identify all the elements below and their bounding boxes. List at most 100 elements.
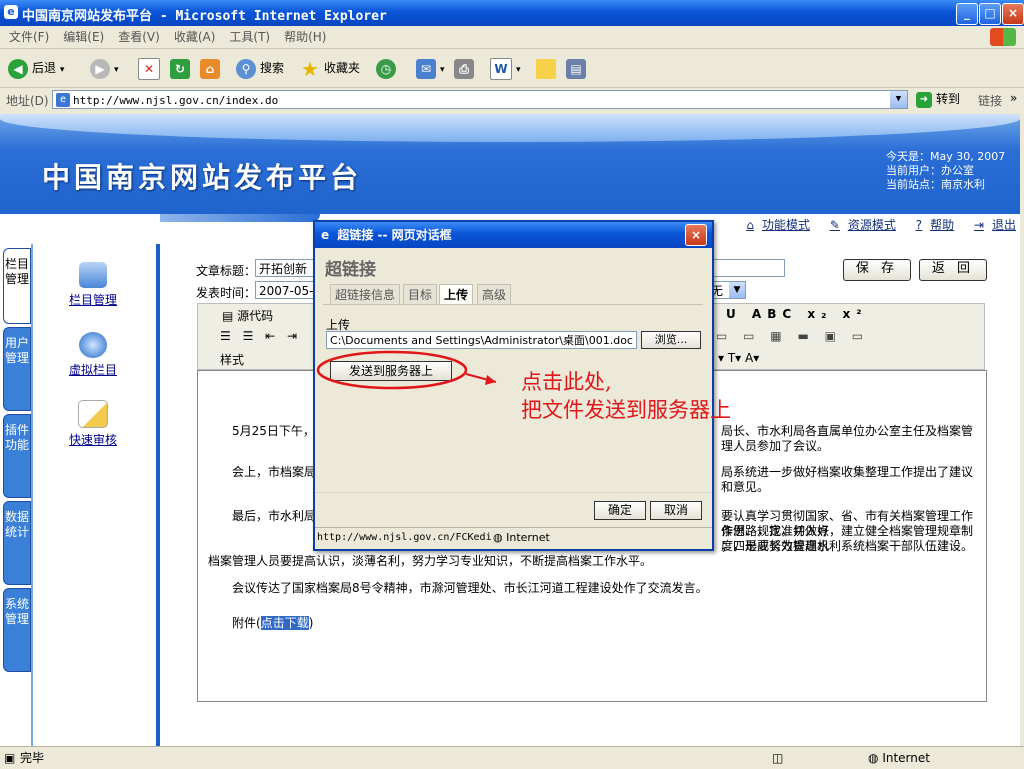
nav-links: ⌂ 功能模式 ✎ 资源模式 ? 帮助 ⇥ 退出 [730,216,1016,233]
side-tab-statistics[interactable]: 数据统计 [3,501,31,585]
ok-button[interactable]: 确定 [594,501,646,520]
annotation-text: 点击此处, 把文件发送到服务器上 [521,370,731,422]
help-icon: ? [915,218,923,232]
nav-function-mode[interactable]: ⌂ 功能模式 [738,218,810,232]
back-button-page[interactable]: 返 回 [919,259,987,281]
favorites-button[interactable]: ★ 收藏夹 [300,56,360,80]
nav-help[interactable]: ? 帮助 [908,218,954,232]
side-tab-system-manage[interactable]: 系统管理 [3,588,31,672]
menu-view[interactable]: 查看(V) [118,26,160,48]
tab-upload[interactable]: 上传 [439,284,474,305]
file-path-input[interactable]: C:\Documents and Settings\Administrator\… [326,331,637,349]
folder-icon [79,262,107,288]
dialog-heading: 超链接 [325,260,376,280]
side-item-quick-review[interactable]: 快速审核 [53,400,133,448]
window-title-bar: e 中国南京网站发布平台 - Microsoft Internet Explor… [0,0,1024,26]
address-label: 地址(D) [6,94,49,108]
browse-button[interactable]: 浏览... [641,331,701,349]
forward-arrow-icon: ▶ [90,58,110,79]
ie-toolbar: ◀ 后退 ▾ ▶ ▾ ✕ ↻ ⌂ ⚲ 搜索 ★ 收藏夹 ◷ ✉ ▾ ⎙ W ▾ ▤ [0,49,1024,88]
color-buttons[interactable]: ▾ T▾ A▾ [718,351,759,365]
research-icon: ▤ [566,58,586,79]
refresh-icon: ↻ [170,58,190,79]
stop-button[interactable]: ✕ [138,56,164,80]
publish-time-label: 发表时间： [196,286,257,300]
address-dropdown-icon[interactable]: ▼ [890,91,907,108]
tab-advanced[interactable]: 高级 [477,284,512,305]
back-button[interactable]: ◀ 后退 ▾ [8,56,64,80]
menu-favorites[interactable]: 收藏(A) [174,26,216,48]
tab-target[interactable]: 目标 [403,284,438,305]
note-icon [536,58,556,79]
edit-button[interactable]: W ▾ [490,56,521,80]
annotation-ellipse [316,350,497,390]
today-date: 今天是：May 30, 2007 [886,150,1006,163]
menu-help[interactable]: 帮助(H) [284,26,326,48]
menu-bar: 文件(F) 编辑(E) 查看(V) 收藏(A) 工具(T) 帮助(H) [0,26,1024,49]
side-tab-plugins[interactable]: 插件功能 [3,414,31,498]
links-label[interactable]: 链接 [978,92,1002,109]
research-button[interactable]: ▤ [566,56,590,80]
address-bar: 地址(D) e http://www.njsl.gov.cn/index.do … [0,88,1024,113]
menu-tools[interactable]: 工具(T) [229,26,270,48]
tab-link-info[interactable]: 超链接信息 [330,284,401,305]
chevron-right-icon[interactable]: » [1010,91,1017,105]
stop-icon: ✕ [138,57,160,80]
history-icon: ◷ [376,58,396,79]
menu-file[interactable]: 文件(F) [9,26,49,48]
mail-button[interactable]: ✉ ▾ [416,56,445,80]
attachment-line: 附件(点击下载) [232,616,314,630]
search-button[interactable]: ⚲ 搜索 [236,56,284,80]
site-info: 今天是：May 30, 2007 当前用户：办公室 当前站点：南京水利 [886,150,1005,192]
ie-app-icon: e [4,5,18,19]
globe-icon [79,332,107,358]
cancel-button[interactable]: 取消 [650,501,702,520]
word-icon: W [490,57,512,80]
source-code-button[interactable]: ▤ 源代码 [222,307,273,324]
nav-resource-mode[interactable]: ✎ 资源模式 [822,218,896,232]
maximize-button[interactable]: □ [979,3,1001,25]
nav-logout[interactable]: ⇥ 退出 [966,218,1016,232]
close-button[interactable]: × [1002,3,1024,25]
form-widget-buttons[interactable]: ▭ ▭ ▦ ▬ ▣ ▭ [716,329,869,343]
refresh-button[interactable]: ↻ [170,56,194,80]
page-done-icon: ▣ [4,751,16,765]
paragraph-4: 会议传达了国家档案局8号令精神，市滁河管理处、市长江河道工程建设处作了交流发言。 [232,581,708,595]
article-title-label: 文章标题： [196,264,257,278]
search-icon: ⚲ [236,58,256,79]
list-buttons[interactable]: ☰ ☰ ⇤ ⇥ [220,329,301,343]
dialog-title: 超链接 -- 网页对话框 [337,228,452,242]
publish-time-input[interactable]: 2007-05- [255,281,315,299]
site-title: 中国南京网站发布平台 [42,161,363,194]
globe-icon: ◍ [868,751,879,765]
side-item-column-manage[interactable]: 栏目管理 [53,262,133,308]
pencil-note-icon [78,400,108,428]
side-tab-user-manage[interactable]: 用户管理 [3,327,31,411]
source-icon: ▤ [222,309,234,323]
forward-button[interactable]: ▶ ▾ [90,56,119,80]
discuss-button[interactable] [536,56,560,80]
download-link[interactable]: 点击下载 [260,616,309,630]
format-buttons[interactable]: U ABC x₂ x² [726,307,868,321]
page-icon: e [56,93,70,107]
side-tab-column-manage[interactable]: 栏目管理 [3,248,31,324]
back-arrow-icon: ◀ [8,58,28,79]
home-button[interactable]: ⌂ [200,56,224,80]
minimize-button[interactable]: _ [956,3,978,25]
internet-zone: ◍ Internet [493,531,550,544]
address-input[interactable]: e http://www.njsl.gov.cn/index.do ▼ [52,90,908,109]
side-item-virtual-column[interactable]: 虚拟栏目 [53,332,133,378]
zone-indicator: ◍ Internet [868,751,930,765]
security-icon: ◫ [772,751,784,765]
dialog-icon: e [321,228,330,242]
go-button[interactable]: ➜ 转到 [916,90,960,108]
dialog-status-url: http://www.njsl.gov.cn/FCKedi [317,532,492,543]
history-button[interactable]: ◷ [376,56,400,80]
star-icon: ★ [301,56,319,81]
dialog-close-button[interactable]: × [685,224,707,246]
print-button[interactable]: ⎙ [454,56,478,80]
save-button[interactable]: 保 存 [843,259,911,281]
menu-edit[interactable]: 编辑(E) [63,26,104,48]
current-user: 当前用户：办公室 [886,164,974,177]
exit-icon: ⇥ [973,218,984,232]
